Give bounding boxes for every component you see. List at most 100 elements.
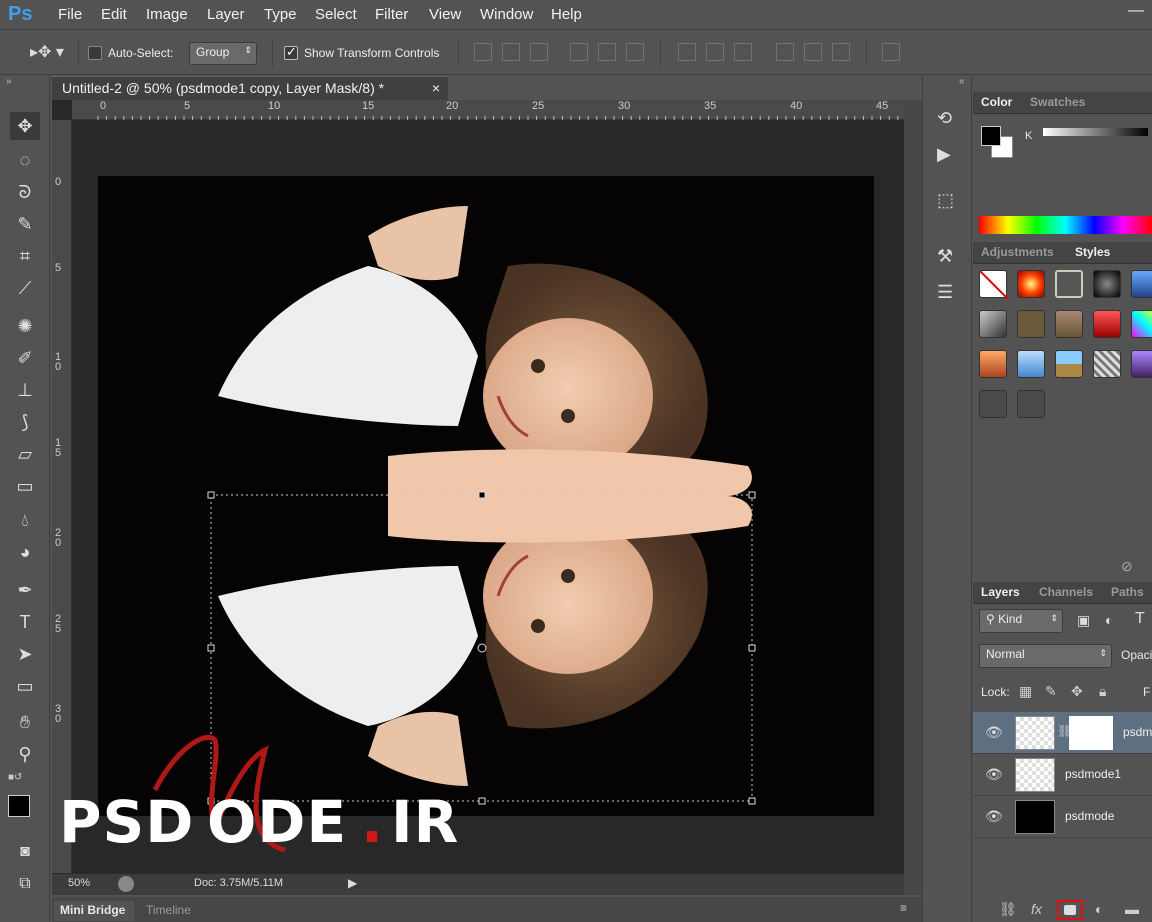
adjustment-layer-icon[interactable]: ◐ xyxy=(1095,901,1103,917)
tab-swatches[interactable]: Swatches xyxy=(1030,95,1085,109)
brush-tool-icon[interactable]: ✐ xyxy=(10,344,40,372)
eraser-tool-icon[interactable]: ▱ xyxy=(10,440,40,468)
style-swatch[interactable] xyxy=(1055,350,1083,378)
menu-window[interactable]: Window xyxy=(480,6,533,23)
k-slider[interactable] xyxy=(1043,128,1148,136)
menu-help[interactable]: Help xyxy=(551,6,582,23)
style-swatch[interactable] xyxy=(1017,270,1045,298)
actions-panel-icon[interactable]: ▶ xyxy=(937,144,951,165)
kind-filter-dropdown[interactable]: ⚲ Kind ⇕ xyxy=(979,609,1063,633)
distribute-vcenter-icon[interactable] xyxy=(706,43,724,61)
brush-panel-icon[interactable]: ⚒ xyxy=(937,246,953,267)
layer-row[interactable]: 👁︎ psdmode xyxy=(973,796,1152,838)
style-swatch[interactable] xyxy=(1093,270,1121,298)
distribute-hcenter-icon[interactable] xyxy=(804,43,822,61)
style-swatch[interactable] xyxy=(1017,350,1045,378)
tab-mini-bridge[interactable]: Mini Bridge xyxy=(54,901,134,921)
healing-brush-tool-icon[interactable]: ✺ xyxy=(10,312,40,340)
3d-panel-icon[interactable]: ⬚ xyxy=(937,190,954,211)
link-layers-icon[interactable]: ⛓︎ xyxy=(999,901,1017,918)
hand-tool-icon[interactable]: ✋︎ xyxy=(10,708,40,736)
align-right-icon[interactable] xyxy=(626,43,644,61)
distribute-top-icon[interactable] xyxy=(678,43,696,61)
align-vcenter-icon[interactable] xyxy=(502,43,520,61)
crop-tool-icon[interactable]: ⌗ xyxy=(10,242,40,270)
distribute-bottom-icon[interactable] xyxy=(734,43,752,61)
align-left-icon[interactable] xyxy=(570,43,588,61)
style-swatch[interactable] xyxy=(979,350,1007,378)
blur-tool-icon[interactable]: 💧︎ xyxy=(10,506,40,534)
minimize-icon[interactable]: — xyxy=(1125,2,1147,22)
distribute-left-icon[interactable] xyxy=(776,43,794,61)
style-none-swatch[interactable] xyxy=(979,270,1009,300)
menu-select[interactable]: Select xyxy=(315,6,357,23)
style-swatch[interactable] xyxy=(1055,270,1083,298)
layer-name[interactable]: psdmode xyxy=(1065,809,1114,823)
move-tool-preset-icon[interactable]: ▸✥ ▾ xyxy=(30,42,64,62)
lasso-tool-icon[interactable]: ᘐ xyxy=(10,178,40,206)
history-panel-icon[interactable]: ⟲ xyxy=(937,108,952,129)
filter-pixel-icon[interactable]: ▣ xyxy=(1077,612,1090,629)
rectangle-tool-icon[interactable]: ▭ xyxy=(10,672,40,700)
style-swatch[interactable] xyxy=(1131,350,1152,378)
tab-paths[interactable]: Paths xyxy=(1111,585,1144,599)
auto-select-dropdown[interactable]: Group ⇕ xyxy=(189,42,257,65)
foreground-color-swatch[interactable] xyxy=(8,795,30,817)
menu-type[interactable]: Type xyxy=(264,6,297,23)
align-top-icon[interactable] xyxy=(474,43,492,61)
path-select-tool-icon[interactable]: ➤ xyxy=(10,640,40,668)
history-brush-tool-icon[interactable]: ⟆ xyxy=(10,408,40,436)
visibility-eye-icon[interactable]: 👁︎ xyxy=(985,808,1003,825)
show-transform-checkbox[interactable] xyxy=(284,44,298,60)
screen-mode-icon[interactable]: ⧉ xyxy=(10,870,40,898)
distribute-right-icon[interactable] xyxy=(832,43,850,61)
style-swatch[interactable] xyxy=(1093,350,1121,378)
layer-row-selected[interactable]: 👁︎ ⛓︎ psdm xyxy=(973,712,1152,754)
fx-icon[interactable]: fx xyxy=(1031,901,1042,917)
panel-menu-icon[interactable]: ≡ xyxy=(900,901,907,915)
lock-image-icon[interactable]: ✎ xyxy=(1045,683,1057,700)
status-info-icon[interactable] xyxy=(118,876,134,892)
menu-filter[interactable]: Filter xyxy=(375,6,408,23)
lock-all-icon[interactable]: 🔒︎ xyxy=(1099,683,1106,700)
style-swatch[interactable] xyxy=(1017,310,1045,338)
style-swatch[interactable] xyxy=(1055,310,1083,338)
dodge-tool-icon[interactable]: ◕ xyxy=(10,538,40,566)
style-swatch[interactable] xyxy=(979,390,1007,418)
layer-name[interactable]: psdmode1 xyxy=(1065,767,1121,781)
menu-layer[interactable]: Layer xyxy=(207,6,245,23)
collapse-icon[interactable]: » xyxy=(6,76,12,87)
auto-select-checkbox[interactable] xyxy=(88,46,102,60)
menu-file[interactable]: File xyxy=(58,6,82,23)
close-tab-icon[interactable]: × xyxy=(432,80,440,96)
document-tab[interactable]: Untitled-2 @ 50% (psdmode1 copy, Layer M… xyxy=(52,76,448,100)
visibility-eye-icon[interactable]: 👁︎ xyxy=(985,766,1003,783)
marquee-tool-icon[interactable]: ◌ xyxy=(10,146,40,174)
status-menu-arrow-icon[interactable]: ▶ xyxy=(348,876,357,890)
zoom-level[interactable]: 50% xyxy=(68,877,90,889)
tab-layers[interactable]: Layers xyxy=(981,585,1020,599)
layer-name[interactable]: psdm xyxy=(1123,725,1152,739)
style-swatch[interactable] xyxy=(1131,270,1152,298)
lock-position-icon[interactable]: ✥ xyxy=(1071,683,1083,700)
blend-mode-dropdown[interactable]: Normal ⇕ xyxy=(979,644,1112,668)
color-spectrum[interactable] xyxy=(979,216,1152,234)
default-colors-icon[interactable]: ■↺ xyxy=(8,772,22,783)
visibility-eye-icon[interactable]: 👁︎ xyxy=(985,724,1003,741)
layer-row[interactable]: 👁︎ psdmode1 xyxy=(973,754,1152,796)
tab-channels[interactable]: Channels xyxy=(1039,585,1093,599)
move-tool-icon[interactable]: ✥ xyxy=(10,112,40,140)
properties-panel-icon[interactable]: ☰ xyxy=(937,282,953,303)
fg-color-swatch[interactable] xyxy=(981,126,1001,146)
menu-view[interactable]: View xyxy=(429,6,461,23)
filter-adjustment-icon[interactable]: ◐ xyxy=(1105,612,1113,628)
menu-image[interactable]: Image xyxy=(146,6,188,23)
style-swatch[interactable] xyxy=(1131,310,1152,338)
layer-mask-thumbnail[interactable] xyxy=(1069,716,1113,750)
align-hcenter-icon[interactable] xyxy=(598,43,616,61)
tab-timeline[interactable]: Timeline xyxy=(146,903,191,917)
gradient-tool-icon[interactable]: ▭ xyxy=(10,472,40,500)
style-swatch[interactable] xyxy=(979,310,1007,338)
quick-mask-icon[interactable]: ◙ xyxy=(10,838,40,866)
lock-transparent-icon[interactable]: ▦ xyxy=(1019,683,1032,700)
